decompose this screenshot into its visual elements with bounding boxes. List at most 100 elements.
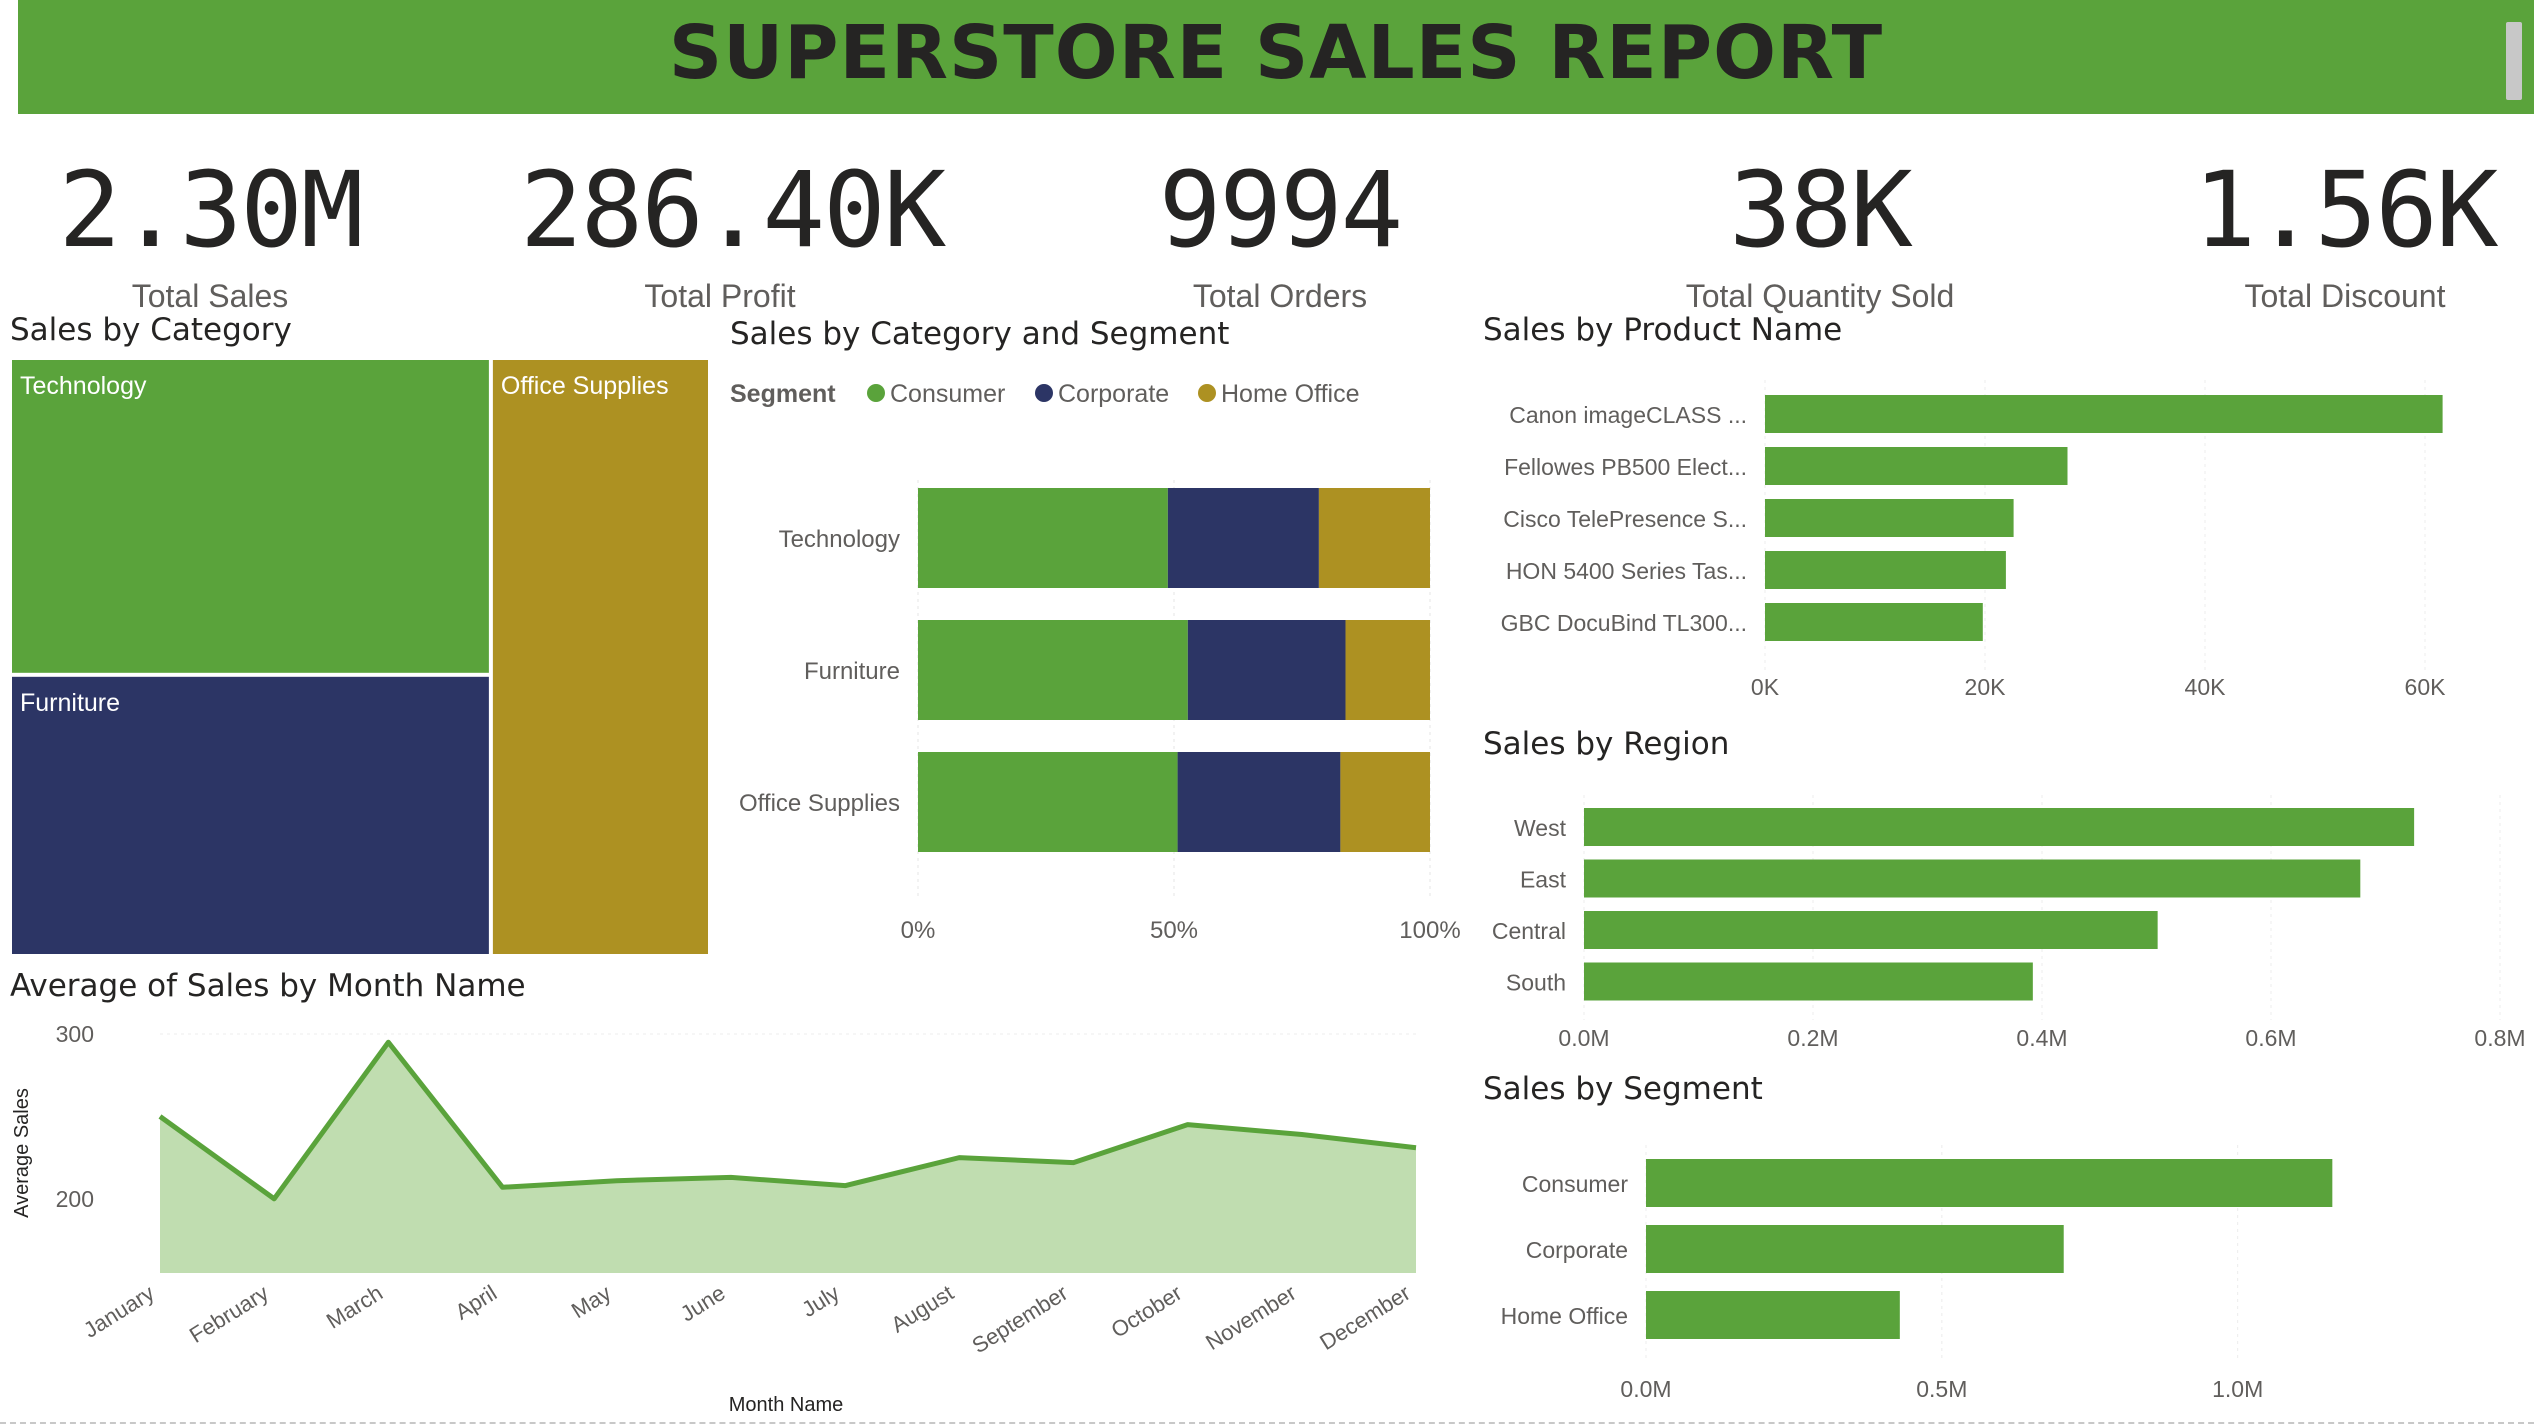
bar — [1646, 1225, 2064, 1273]
sales-by-region-chart[interactable]: 0.0M 0.2M 0.4M 0.6M 0.8M West East Central South — [1480, 780, 2530, 1060]
category-axis-label: Central — [1492, 918, 1566, 944]
treemap-label: Office Supplies — [501, 372, 669, 400]
x-tick-label: October — [1107, 1280, 1187, 1343]
x-axis-title: Month Name — [729, 1394, 844, 1416]
sales-by-category-segment-chart[interactable]: Segment Consumer Corporate Home Office Techn… — [720, 370, 1470, 960]
stacked-bar-segment — [1177, 752, 1341, 852]
category-axis-label: East — [1520, 867, 1567, 893]
bar — [1646, 1291, 1900, 1339]
legend-marker — [1198, 384, 1216, 402]
x-tick-label: November — [1201, 1280, 1300, 1355]
report-header: SUPERSTORE SALES REPORT — [18, 0, 2534, 114]
kpi-label: Total Quantity Sold — [1685, 278, 1955, 314]
area-fill — [160, 1042, 1416, 1273]
kpi-total-orders: 9994 Total Orders — [1120, 158, 1440, 315]
x-tick-label: August — [887, 1280, 958, 1338]
bar — [1765, 551, 2006, 589]
stacked-bar-segment — [918, 488, 1168, 588]
kpi-label: Total Discount — [2244, 278, 2446, 314]
y-tick-label: 300 — [56, 1021, 94, 1047]
x-tick-label: 20K — [1965, 674, 2007, 700]
bar — [1584, 911, 2158, 949]
stacked-bar-segment — [918, 620, 1188, 720]
category-axis-label: Consumer — [1522, 1171, 1628, 1197]
x-tick-label: 1.0M — [2212, 1376, 2263, 1402]
x-tick-label: December — [1315, 1280, 1414, 1355]
category-axis-label: West — [1514, 815, 1567, 841]
x-tick-label: 0.0M — [1620, 1376, 1671, 1402]
x-tick-label: 40K — [2185, 674, 2227, 700]
stacked-bar-segment — [1345, 620, 1430, 720]
category-axis-label: Canon imageCLASS ... — [1509, 402, 1747, 428]
legend-item: Consumer — [890, 380, 1005, 408]
y-axis-title: Average Sales — [11, 1088, 33, 1218]
x-tick-label: 100% — [1399, 917, 1460, 944]
category-axis-label: Technology — [779, 526, 900, 553]
kpi-total-profit: 286.40K Total Profit — [520, 149, 946, 315]
x-tick-label: March — [322, 1280, 387, 1334]
page-bottom-divider — [0, 1422, 2534, 1424]
sales-by-category-treemap[interactable]: Technology Furniture Office Supplies — [10, 358, 712, 958]
category-axis-label: Fellowes PB500 Elect... — [1504, 454, 1747, 480]
stacked-bar-segment — [918, 752, 1178, 852]
kpi-total-discount: 1.56K Total Discount — [2180, 158, 2510, 315]
stacked-bar-segment — [1318, 488, 1430, 588]
category-axis-label: Office Supplies — [739, 790, 900, 817]
treemap-tile — [10, 674, 491, 956]
sales-by-segment-chart[interactable]: 0.0M 0.5M 1.0M Consumer Corporate Home Office — [1480, 1125, 2530, 1410]
treemap-label: Technology — [20, 372, 147, 400]
x-tick-label: 50% — [1150, 917, 1198, 944]
kpi-value: 38K — [1729, 149, 1913, 271]
stacked-bar-segment — [1187, 620, 1346, 720]
x-tick-label: 0K — [1751, 674, 1780, 700]
x-tick-label: 0.8M — [2474, 1025, 2525, 1051]
x-tick-label: May — [567, 1280, 615, 1323]
stacked-bar-segment — [1340, 752, 1430, 852]
sales-by-product-chart[interactable]: 0K 20K 40K 60K Canon imageCLASS ... Fellowes … — [1480, 360, 2530, 710]
stacked-bar-segment — [1167, 488, 1319, 588]
bar — [1584, 962, 2033, 1001]
category-axis-label: Corporate — [1526, 1237, 1628, 1263]
scrollbar-thumb[interactable] — [2506, 22, 2522, 100]
bar — [1584, 859, 2361, 898]
x-tick-label: February — [185, 1280, 273, 1348]
kpi-value: 2.30M — [58, 149, 363, 271]
panel-title-region: Sales by Region — [1483, 726, 1730, 762]
x-tick-label: September — [968, 1280, 1073, 1358]
legend-title: Segment — [730, 380, 836, 408]
x-tick-label: 0% — [901, 917, 936, 944]
x-tick-label: July — [797, 1280, 843, 1322]
bar — [1765, 447, 2068, 485]
panel-title-category-segment: Sales by Category and Segment — [730, 316, 1230, 352]
average-sales-by-month-chart[interactable]: 200 300 January February March April May June Ju… — [0, 1010, 1470, 1420]
legend-marker — [1035, 384, 1053, 402]
x-tick-label: 0.4M — [2016, 1025, 2067, 1051]
kpi-value: 1.56K — [2193, 149, 2498, 271]
x-tick-label: January — [79, 1280, 159, 1343]
panel-title-monthly: Average of Sales by Month Name — [10, 968, 526, 1004]
panel-title-segment: Sales by Segment — [1483, 1071, 1763, 1107]
treemap-label: Furniture — [20, 689, 120, 717]
legend-marker — [867, 384, 885, 402]
bar — [1646, 1159, 2333, 1207]
category-axis-label: GBC DocuBind TL300... — [1501, 610, 1747, 636]
category-axis-label: HON 5400 Series Tas... — [1506, 558, 1747, 584]
legend-item: Corporate — [1058, 380, 1169, 408]
x-tick-label: 0.5M — [1916, 1376, 1967, 1402]
y-tick-label: 200 — [56, 1186, 94, 1212]
kpi-total-quantity: 38K Total Quantity Sold — [1660, 158, 1980, 315]
category-axis-label: Home Office — [1501, 1303, 1628, 1329]
x-tick-label: 0.0M — [1558, 1025, 1609, 1051]
x-tick-label: April — [451, 1280, 502, 1325]
kpi-label: Total Profit — [644, 278, 796, 314]
bar — [1765, 499, 2014, 537]
kpi-label: Total Orders — [1192, 278, 1368, 314]
kpi-value: 9994 — [1158, 149, 1403, 271]
panel-title-sales-by-category: Sales by Category — [10, 312, 292, 348]
treemap-tile — [10, 358, 491, 675]
kpi-value: 286.40K — [520, 149, 946, 271]
bar — [1765, 395, 2443, 433]
kpi-label: Total Sales — [131, 278, 289, 314]
legend-item: Home Office — [1221, 380, 1359, 408]
panel-title-product-name: Sales by Product Name — [1483, 312, 1843, 348]
